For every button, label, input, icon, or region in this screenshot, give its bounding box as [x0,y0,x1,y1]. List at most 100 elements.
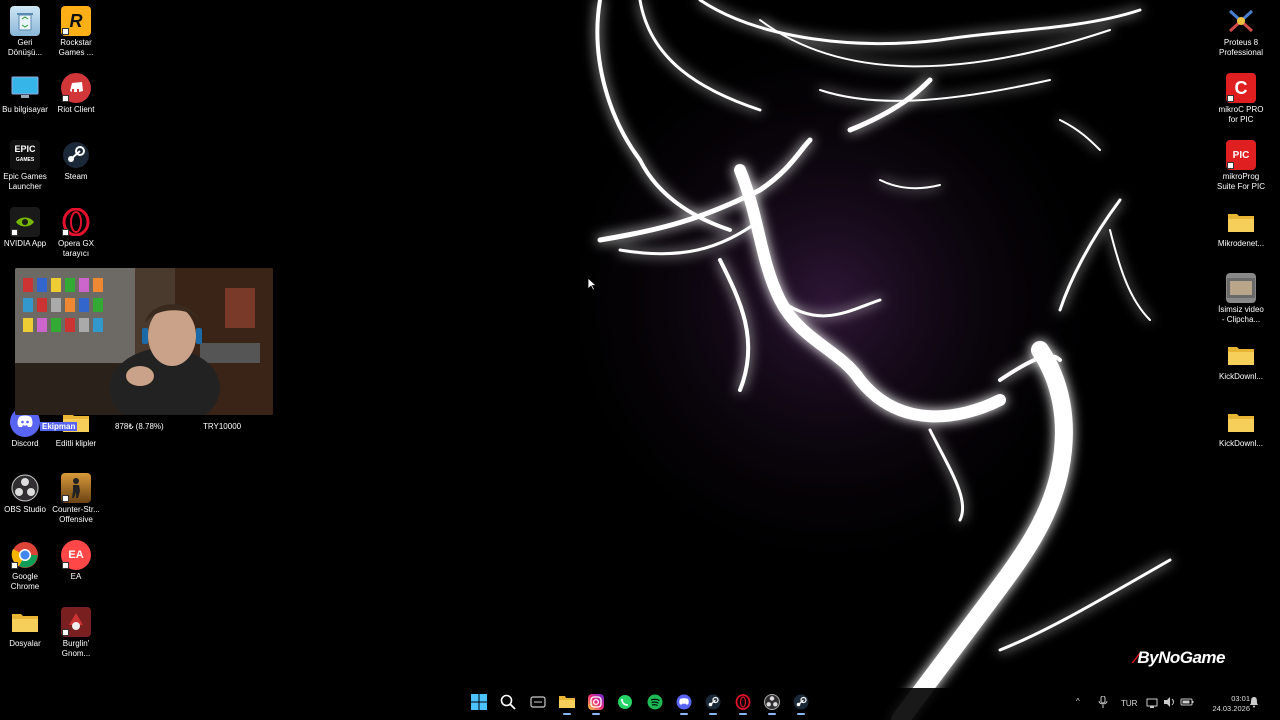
opera-gx-button[interactable] [731,693,755,715]
instagram-icon [588,693,604,715]
desktop-icon-label: OBS Studio [4,505,46,514]
search-button[interactable] [496,693,520,715]
discord-icon [676,694,692,715]
desktop-icon-mikrodenet[interactable]: Mikrodenet... [1216,207,1266,249]
desktop-icon-ea[interactable]: EA EA [51,540,101,582]
desktop-icon-google-chrome[interactable]: Google Chrome [0,540,50,592]
clock-date: 24.03.2026 [1212,704,1250,713]
desktop-icon-kickdownl-1[interactable]: KickDownl... [1216,340,1266,382]
desktop-icon-label: Epic Games Launcher [3,172,47,191]
desktop-icon-recycle-bin[interactable]: Geri Dönüşü... [0,6,50,58]
desktop-icon-label: KickDownl... [1218,439,1263,448]
donation-goal-target: TRY10000 [203,422,242,431]
recycle-bin-icon [10,6,40,36]
desktop-icon-label: İsimsiz video - Clipcha... [1218,305,1264,324]
csgo-icon [61,473,91,503]
desktop-icon-dosyalar[interactable]: Dosyalar [0,607,50,649]
desktop-icon-label: mikroC PRO for PIC [1218,105,1264,124]
start-button[interactable] [467,693,491,715]
battery-icon[interactable] [1180,696,1194,710]
desktop-icon-label: Editli klipler [55,439,97,448]
obs-icon [10,473,40,503]
desktop-icon-label: Dosyalar [9,639,41,648]
file-explorer-button[interactable] [555,693,579,715]
monitor-icon [10,73,40,103]
desktop-icon-proteus[interactable]: Proteus 8 Professional [1216,6,1266,58]
steam-icon [793,694,809,715]
microphone-icon[interactable] [1098,695,1108,710]
search-icon [500,694,516,715]
obs-icon [764,693,780,715]
whatsapp-button[interactable] [613,693,637,715]
desktop-icon-kickdownl-2[interactable]: KickDownl... [1216,407,1266,449]
desktop-icon-label: Proteus 8 Professional [1218,38,1264,57]
ea-icon: EA [61,540,91,570]
obs-button[interactable] [760,693,784,715]
instagram-button[interactable] [584,693,608,715]
desktop-icon-isimsiz-video[interactable]: İsimsiz video - Clipcha... [1216,273,1266,325]
notification-bell-icon[interactable] [1249,696,1259,710]
desktop-icon-obs-studio[interactable]: OBS Studio [0,473,50,515]
webcam-feed [15,268,273,415]
desktop-icon-label: NVIDIA App [3,239,47,248]
epic-games-icon: EPIC GAMES [10,140,40,170]
mikroprog-icon: PIC [1226,140,1256,170]
mouse-cursor [587,277,597,291]
desktop-icon-epic-games[interactable]: EPIC GAMES Epic Games Launcher [0,140,50,192]
desktop-icon-label: Geri Dönüşü... [7,38,43,57]
taskbar: ^ TUR 03:01 24.03.2026 [0,688,1280,720]
spotify-icon [647,694,663,715]
folder-icon [10,607,40,637]
bynogame-watermark: ⁄ByNoGame [1135,648,1225,668]
desktop-icon-label: Opera GX tarayıcı [57,239,94,258]
proteus-icon [1226,6,1256,36]
donation-goal-name: Ekipman [40,422,78,431]
donation-goal-progress: 878₺ (8.78%) [115,422,164,431]
chrome-icon [10,540,40,570]
watermark-text: ByNoGame [1137,648,1225,667]
desktop-icon-label: EA [70,572,82,581]
windows-icon [471,693,487,715]
desktop-icon-label: Riot Client [57,105,95,114]
clock[interactable]: 03:01 24.03.2026 [1200,694,1250,714]
desktop-icon-mikroc[interactable]: C mikroC PRO for PIC [1216,73,1266,125]
desktop-icon-riot-client[interactable]: Riot Client [51,73,101,115]
desktop-icon-nvidia-app[interactable]: NVIDIA App [0,207,50,249]
desktop-icon-label: KickDownl... [1218,372,1263,381]
desktop-icon-label: mikroProg Suite For PIC [1216,172,1265,191]
steam-icon [705,694,721,715]
desktop-icon-counter-strike[interactable]: Counter-Str... Offensive [51,473,101,525]
webcam-overlay [15,268,273,415]
rockstar-icon: R [61,6,91,36]
task-view-button[interactable] [526,693,550,715]
donation-goal-overlay: Ekipman 878₺ (8.78%) TRY10000 [12,419,252,435]
task-view-icon [530,695,546,713]
folder-icon [1226,340,1256,370]
opera-gx-icon [61,207,91,237]
desktop-icon-label: Bu bilgisayar [2,105,48,114]
language-indicator[interactable]: TUR [1121,699,1137,708]
whatsapp-icon [617,694,633,715]
desktop-icon-label: Counter-Str... Offensive [52,505,100,524]
folder-icon [558,695,576,714]
desktop-icon-burglin-gnomes[interactable]: Burglin' Gnom... [51,607,101,659]
desktop-icon-mikroprog[interactable]: PIC mikroProg Suite For PIC [1216,140,1266,192]
desktop-icon-opera-gx[interactable]: Opera GX tarayıcı [51,207,101,259]
steam-2-button[interactable] [789,693,813,715]
steam-button[interactable] [701,693,725,715]
desktop-icon-this-pc[interactable]: Bu bilgisayar [0,73,50,115]
desktop-icon-label: Mikrodenet... [1217,239,1265,248]
volume-icon[interactable] [1163,696,1175,710]
folder-icon [1226,207,1256,237]
desktop-icon-steam[interactable]: Steam [51,140,101,182]
desktop-icon-rockstar[interactable]: R Rockstar Games ... [51,6,101,58]
desktop-icon-label: Discord [11,439,39,448]
desktop-icon-label: Burglin' Gnom... [61,639,91,658]
network-icon[interactable] [1146,696,1158,710]
video-file-icon [1226,273,1256,303]
mikroc-icon: C [1226,73,1256,103]
show-hidden-icons-chevron-up-icon[interactable]: ^ [1076,697,1080,706]
steam-icon [61,140,91,170]
discord-button[interactable] [672,693,696,715]
spotify-button[interactable] [643,693,667,715]
